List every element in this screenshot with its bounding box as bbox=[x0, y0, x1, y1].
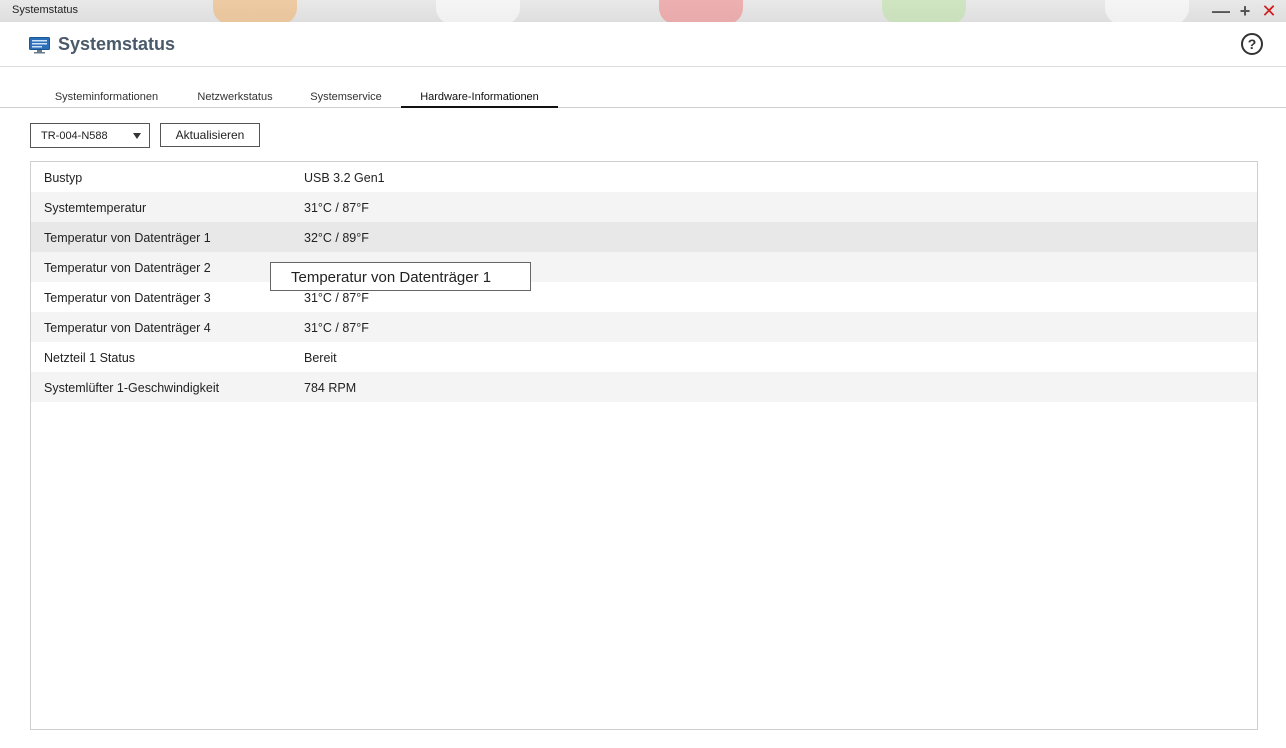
row-value: 31°C / 87°F bbox=[304, 201, 369, 215]
row-value: 31°C / 87°F bbox=[304, 291, 369, 305]
table-row[interactable]: Systemlüfter 1-Geschwindigkeit 784 RPM bbox=[31, 372, 1257, 402]
table-row[interactable]: Temperatur von Datenträger 3 31°C / 87°F bbox=[31, 282, 1257, 312]
row-value: 31°C / 87°F bbox=[304, 321, 369, 335]
table-row[interactable]: Temperatur von Datenträger 2 bbox=[31, 252, 1257, 282]
row-tooltip: Temperatur von Datenträger 1 bbox=[270, 262, 531, 291]
refresh-button[interactable]: Aktualisieren bbox=[160, 123, 260, 147]
row-key: Temperatur von Datenträger 4 bbox=[44, 321, 211, 335]
table-row[interactable]: Temperatur von Datenträger 1 32°C / 89°F bbox=[31, 222, 1257, 252]
tab-bar: Systeminformationen Netzwerkstatus Syste… bbox=[0, 67, 1286, 108]
close-icon[interactable]: ✕ bbox=[1260, 2, 1278, 20]
device-select-value: TR-004-N588 bbox=[41, 130, 108, 142]
row-value: 784 RPM bbox=[304, 381, 357, 395]
row-key: Temperatur von Datenträger 2 bbox=[44, 261, 211, 275]
row-key: Temperatur von Datenträger 3 bbox=[44, 291, 211, 305]
minimize-icon[interactable]: — bbox=[1212, 2, 1230, 20]
row-key: Bustyp bbox=[44, 171, 83, 185]
maximize-icon[interactable]: + bbox=[1236, 2, 1254, 20]
background-app-icon bbox=[1105, 0, 1189, 22]
background-app-icon bbox=[659, 0, 743, 22]
monitor-icon bbox=[29, 37, 50, 54]
row-key: Systemtemperatur bbox=[44, 201, 147, 215]
device-select[interactable]: TR-004-N588 bbox=[30, 123, 150, 148]
tab-netzwerkstatus[interactable]: Netzwerkstatus bbox=[188, 91, 282, 108]
background-app-icon bbox=[213, 0, 297, 22]
tab-systemservice[interactable]: Systemservice bbox=[302, 91, 390, 108]
row-value: Bereit bbox=[304, 351, 337, 365]
table-row[interactable]: Netzteil 1 Status Bereit bbox=[31, 342, 1257, 372]
hardware-info-table[interactable]: Bustyp USB 3.2 Gen1 Systemtemperatur 31°… bbox=[30, 161, 1258, 730]
background-app-icon bbox=[882, 0, 966, 22]
table-row[interactable]: Systemtemperatur 31°C / 87°F bbox=[31, 192, 1257, 222]
window-titlebar[interactable]: Systemstatus — + ✕ bbox=[0, 0, 1286, 22]
page-title: Systemstatus bbox=[58, 34, 176, 54]
row-value: 32°C / 89°F bbox=[304, 231, 369, 245]
window-title: Systemstatus bbox=[12, 4, 79, 16]
row-key: Systemlüfter 1-Geschwindigkeit bbox=[44, 381, 220, 395]
background-app-icon bbox=[436, 0, 520, 22]
help-icon[interactable]: ? bbox=[1241, 33, 1263, 55]
app-header: Systemstatus ? bbox=[0, 22, 1286, 67]
row-value: USB 3.2 Gen1 bbox=[304, 171, 385, 185]
row-key: Temperatur von Datenträger 1 bbox=[44, 231, 211, 245]
row-key: Netzteil 1 Status bbox=[44, 351, 136, 365]
table-row[interactable]: Temperatur von Datenträger 4 31°C / 87°F bbox=[31, 312, 1257, 342]
tab-hardware-informationen[interactable]: Hardware-Informationen bbox=[401, 91, 558, 108]
tab-systeminformationen[interactable]: Systeminformationen bbox=[45, 91, 168, 108]
chevron-down-icon bbox=[133, 133, 141, 139]
table-row[interactable]: Bustyp USB 3.2 Gen1 bbox=[31, 162, 1257, 192]
